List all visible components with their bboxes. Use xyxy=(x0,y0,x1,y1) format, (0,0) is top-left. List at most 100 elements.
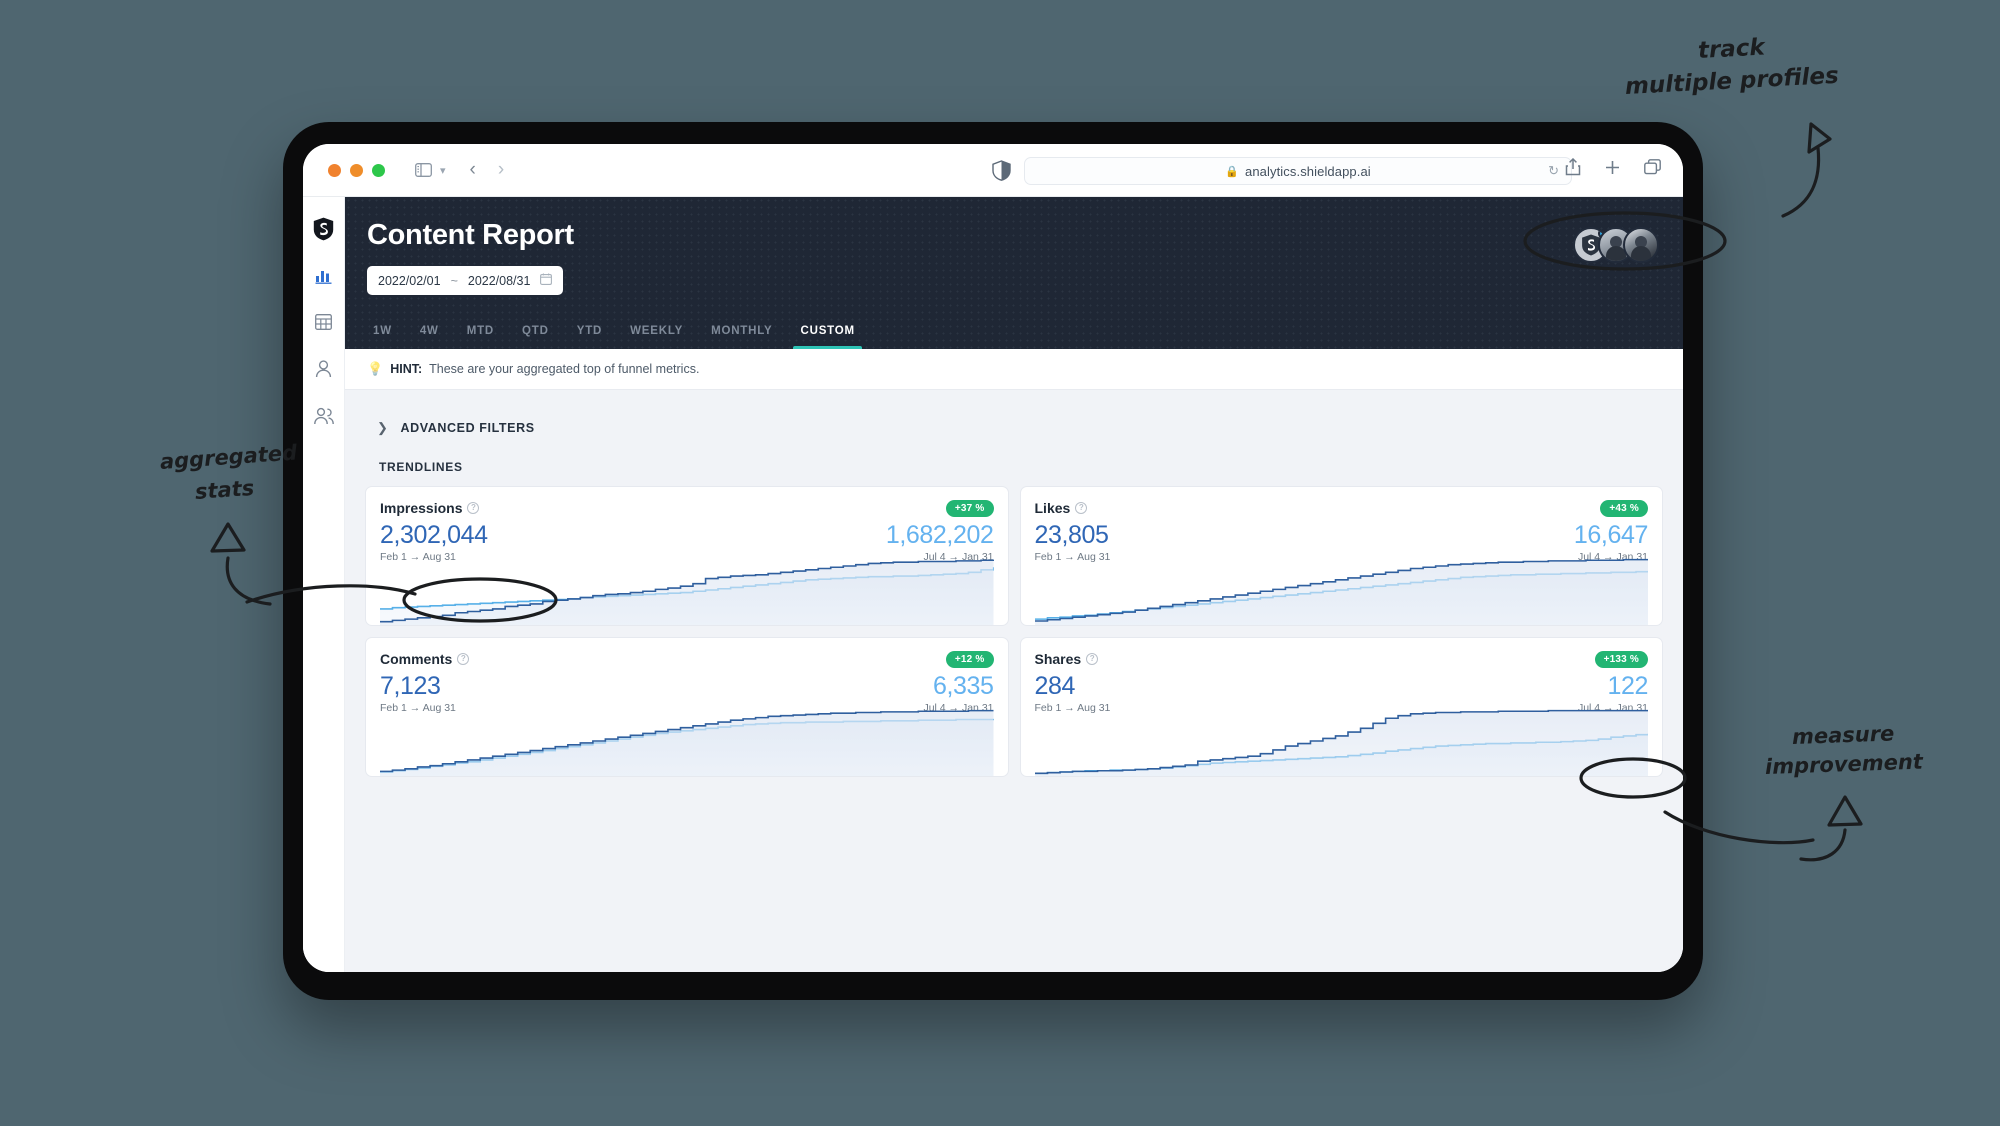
tab-monthly[interactable]: MONTHLY xyxy=(697,315,786,349)
report-panel: ❯ ADVANCED FILTERS TRENDLINES Impression… xyxy=(359,406,1669,777)
sidebar-item-table[interactable] xyxy=(311,309,337,335)
date-range-end: 2022/08/31 xyxy=(468,274,531,288)
chevron-down-icon[interactable]: ▾ xyxy=(440,164,446,177)
period-tabs: 1W 4W MTD QTD YTD WEEKLY MONTHLY CUSTOM xyxy=(345,315,1683,349)
new-tab-icon[interactable] xyxy=(1605,160,1620,180)
window-controls[interactable] xyxy=(328,164,385,177)
report-content: ❯ ADVANCED FILTERS TRENDLINES Impression… xyxy=(345,390,1683,972)
url-text-group: 🔒 analytics.shieldapp.ai xyxy=(1225,164,1371,179)
lock-icon: 🔒 xyxy=(1225,165,1239,178)
metric-cards-grid: Impressions ? +37 % 2,302,044 1,682,202 xyxy=(359,486,1669,777)
sidebar-toggle-icon[interactable] xyxy=(415,163,432,177)
browser-actions xyxy=(1565,158,1661,181)
annotation-line-2: improvement xyxy=(1765,749,1924,778)
minimize-window-button[interactable] xyxy=(350,164,363,177)
share-icon[interactable] xyxy=(1565,158,1581,181)
status-badge: +37 % xyxy=(946,500,994,517)
metric-card-impressions[interactable]: Impressions ? +37 % 2,302,044 1,682,202 xyxy=(365,486,1009,626)
url-text: analytics.shieldapp.ai xyxy=(1245,164,1371,179)
card-title: Impressions xyxy=(380,500,462,516)
previous-value: 122 xyxy=(1607,672,1648,701)
calendar-icon[interactable] xyxy=(540,273,552,288)
sidebar-item-team[interactable] xyxy=(311,403,337,429)
sparkline-chart xyxy=(380,555,994,625)
card-header: Impressions ? +37 % xyxy=(380,500,994,517)
tab-custom[interactable]: CUSTOM xyxy=(786,315,868,349)
lightbulb-icon: 💡 xyxy=(367,361,383,377)
info-icon[interactable]: ? xyxy=(457,653,469,665)
status-badge: +43 % xyxy=(1600,500,1648,517)
browser-toolbar: ▾ ‹ › 🔒 analytics.shieldapp.ai ↻ xyxy=(303,144,1683,197)
status-badge: +133 % xyxy=(1595,651,1648,668)
laptop-device-frame: ▾ ‹ › 🔒 analytics.shieldapp.ai ↻ xyxy=(283,122,1703,1000)
app-window: Content Report 2022/02/01 ~ 2022/08/31 xyxy=(303,197,1683,972)
tab-1w[interactable]: 1W xyxy=(359,315,406,349)
reload-icon[interactable]: ↻ xyxy=(1548,163,1559,179)
avatar[interactable] xyxy=(1623,227,1659,263)
metric-card-likes[interactable]: Likes ? +43 % 23,805 16,647 xyxy=(1020,486,1664,626)
current-value: 23,805 xyxy=(1035,521,1109,550)
card-header: Shares ? +133 % xyxy=(1035,651,1649,668)
card-header: Likes ? +43 % xyxy=(1035,500,1649,517)
app-main: Content Report 2022/02/01 ~ 2022/08/31 xyxy=(345,197,1683,972)
previous-value: 1,682,202 xyxy=(886,521,994,550)
date-range-start: 2022/02/01 xyxy=(378,274,441,288)
hint-text: These are your aggregated top of funnel … xyxy=(429,362,699,376)
privacy-shield-icon[interactable] xyxy=(992,160,1011,186)
metric-card-shares[interactable]: Shares ? +133 % 284 122 xyxy=(1020,637,1664,777)
card-title: Comments xyxy=(380,651,452,667)
card-title-group: Shares ? xyxy=(1035,651,1099,667)
advanced-filters-toggle[interactable]: ❯ ADVANCED FILTERS xyxy=(359,406,1669,436)
card-title-group: Likes ? xyxy=(1035,500,1088,516)
page-title: Content Report xyxy=(367,219,1683,252)
avatar-group[interactable] xyxy=(1573,227,1659,263)
card-values: 2,302,044 1,682,202 xyxy=(380,521,994,550)
metric-card-comments[interactable]: Comments ? +12 % 7,123 6,335 xyxy=(365,637,1009,777)
card-values: 23,805 16,647 xyxy=(1035,521,1649,550)
status-badge: +12 % xyxy=(946,651,994,668)
annotation-line-2: stats xyxy=(194,476,255,504)
card-title: Shares xyxy=(1035,651,1082,667)
app-header: Content Report 2022/02/01 ~ 2022/08/31 xyxy=(345,197,1683,349)
shield-logo-icon[interactable] xyxy=(313,217,335,241)
previous-value: 6,335 xyxy=(933,672,994,701)
chevron-right-icon: ❯ xyxy=(377,420,389,436)
forward-button[interactable]: › xyxy=(498,159,504,181)
tab-weekly[interactable]: WEEKLY xyxy=(616,315,697,349)
annotation-arrow-icon xyxy=(1765,725,2000,875)
back-button[interactable]: ‹ xyxy=(470,159,476,181)
info-icon[interactable]: ? xyxy=(1075,502,1087,514)
card-values: 7,123 6,335 xyxy=(380,672,994,701)
current-value: 7,123 xyxy=(380,672,441,701)
sparkline-chart xyxy=(380,706,994,776)
advanced-filters-label: ADVANCED FILTERS xyxy=(401,421,535,435)
tab-ytd[interactable]: YTD xyxy=(563,315,616,349)
close-window-button[interactable] xyxy=(328,164,341,177)
trendlines-section-title: TRENDLINES xyxy=(359,436,1669,486)
annotation-line-1: measure xyxy=(1792,721,1895,749)
date-range-picker[interactable]: 2022/02/01 ~ 2022/08/31 xyxy=(367,266,563,295)
hint-bar: 💡 HINT: These are your aggregated top of… xyxy=(345,349,1683,390)
tab-mtd[interactable]: MTD xyxy=(453,315,508,349)
info-icon[interactable]: ? xyxy=(1086,653,1098,665)
device-screen: ▾ ‹ › 🔒 analytics.shieldapp.ai ↻ xyxy=(303,144,1683,972)
sidebar-item-profile[interactable] xyxy=(311,356,337,382)
maximize-window-button[interactable] xyxy=(372,164,385,177)
app-sidebar xyxy=(303,197,345,972)
previous-value: 16,647 xyxy=(1574,521,1648,550)
current-value: 2,302,044 xyxy=(380,521,488,550)
url-bar[interactable]: 🔒 analytics.shieldapp.ai ↻ xyxy=(1024,157,1572,185)
tab-overview-icon[interactable] xyxy=(1644,159,1661,180)
date-range-separator: ~ xyxy=(451,274,458,288)
card-values: 284 122 xyxy=(1035,672,1649,701)
info-icon[interactable]: ? xyxy=(467,502,479,514)
tab-4w[interactable]: 4W xyxy=(406,315,453,349)
sparkline-chart xyxy=(1035,706,1649,776)
desktop-background: ▾ ‹ › 🔒 analytics.shieldapp.ai ↻ xyxy=(0,0,2000,1126)
sidebar-item-analytics[interactable] xyxy=(311,262,337,288)
tab-qtd[interactable]: QTD xyxy=(508,315,563,349)
card-header: Comments ? +12 % xyxy=(380,651,994,668)
annotation-line-1: aggregated xyxy=(159,440,298,474)
annotation-line-2: multiple profiles xyxy=(1624,63,1839,100)
card-title-group: Impressions ? xyxy=(380,500,479,516)
